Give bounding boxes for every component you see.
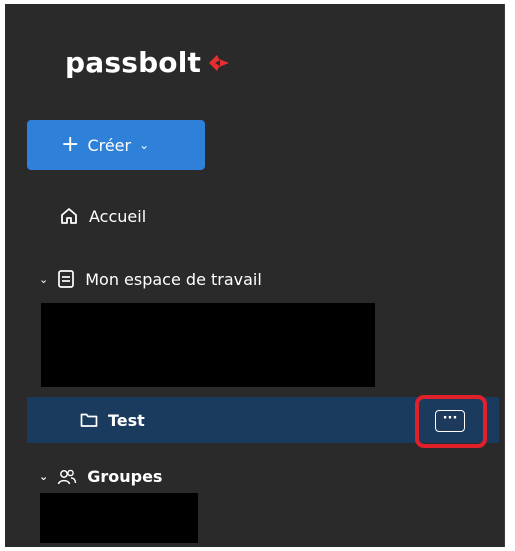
passbolt-logo[interactable]: passbolt [65,44,231,82]
chevron-down-icon: ⌄ [39,470,49,483]
create-button[interactable]: + Créer ⌄ [27,120,205,170]
sidebar-item-home[interactable]: Accueil [59,206,146,226]
sidebar: passbolt + Créer ⌄ Accueil ⌄ Mon espace … [5,4,505,547]
sidebar-item-home-label: Accueil [89,206,147,226]
passbolt-logo-mark-icon [209,55,230,71]
section-workspace[interactable]: ⌄ Mon espace de travail [39,269,262,289]
folder-item-test-label: Test [108,410,145,430]
redacted-block [40,493,198,543]
redacted-block [41,303,375,387]
logo-text: passbolt [65,46,202,79]
section-groups[interactable]: ⌄ Groupes [39,467,162,486]
users-icon [57,469,77,484]
workspace-icon [58,270,75,288]
more-options-button[interactable]: ··· [435,410,465,432]
folder-item-test[interactable]: Test [27,397,499,443]
chevron-down-icon: ⌄ [139,138,150,152]
create-button-label: Créer [87,135,132,155]
section-workspace-label: Mon espace de travail [85,269,262,289]
home-icon [61,208,77,224]
folder-icon [80,413,98,427]
plus-icon: + [61,132,80,157]
chevron-down-icon: ⌄ [39,272,49,286]
section-groups-label: Groupes [87,467,163,486]
